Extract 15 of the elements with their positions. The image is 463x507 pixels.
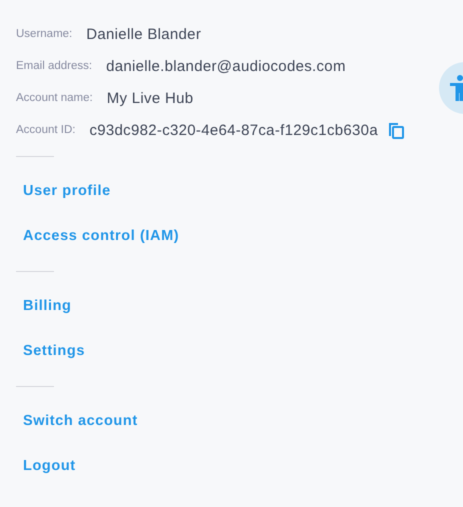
menu-link[interactable]: Settings	[16, 329, 92, 374]
menu-link[interactable]: Switch account	[16, 399, 145, 444]
field-label: Email address:	[16, 60, 92, 72]
menu-link[interactable]: Access control (IAM)	[16, 214, 186, 259]
field-value: My Live Hub	[106, 90, 194, 106]
field-value: c93dc982-c320-4e64-87ca-f129c1cb630a	[89, 122, 378, 138]
field-label: Account name:	[16, 92, 93, 104]
field-label: Username:	[16, 28, 72, 40]
menu-link[interactable]: Logout	[16, 444, 83, 489]
copy-icon[interactable]	[388, 122, 404, 138]
field-value: Danielle Blander	[86, 26, 202, 42]
field-label: Account ID:	[16, 124, 76, 136]
menu-link[interactable]: User profile	[16, 169, 118, 214]
menu-link[interactable]: Billing	[16, 284, 78, 329]
field-value: danielle.blander@audiocodes.com	[106, 58, 346, 74]
